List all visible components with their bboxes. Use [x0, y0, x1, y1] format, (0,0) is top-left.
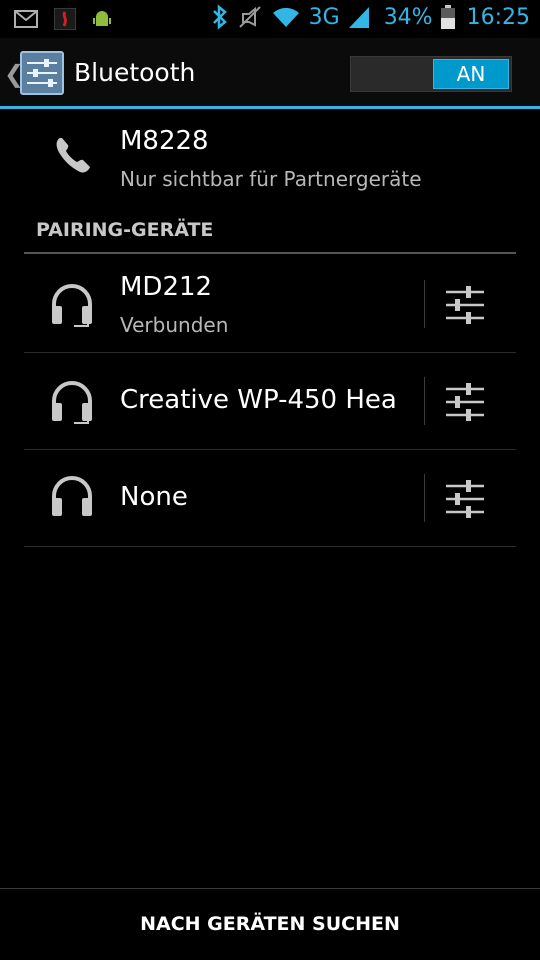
phone-icon — [56, 138, 90, 173]
headset-icon — [52, 284, 92, 327]
toggle-on-label: AN — [433, 59, 509, 89]
local-device-visibility: Nur sichtbar für Partnergeräte — [120, 167, 422, 191]
section-header: PAIRING-GERÄTE — [36, 219, 214, 241]
settings-app-icon[interactable] — [20, 51, 64, 95]
device-settings-icon[interactable] — [436, 470, 494, 528]
row-separator — [424, 474, 425, 522]
mute-icon — [238, 6, 261, 28]
row-separator — [424, 280, 425, 328]
section-divider — [24, 252, 516, 254]
android-icon — [93, 11, 111, 26]
row-separator — [424, 377, 425, 425]
headset-icon — [52, 381, 92, 424]
signal-icon — [348, 7, 369, 28]
network-type: 3G — [308, 4, 340, 30]
row-divider — [24, 546, 516, 547]
device-status: Verbunden — [120, 313, 229, 337]
device-name: None — [120, 482, 188, 512]
device-settings-icon[interactable] — [436, 373, 494, 431]
page-title: Bluetooth — [74, 58, 196, 87]
local-device-name: M8228 — [120, 126, 209, 156]
clock: 16:25 — [466, 4, 530, 30]
action-bar-divider — [0, 106, 540, 109]
headset-icon — [52, 476, 92, 516]
scan-devices-button[interactable]: NACH GERÄTEN SUCHEN — [0, 889, 540, 960]
bluetooth-toggle[interactable]: AN — [350, 56, 512, 92]
device-settings-icon[interactable] — [436, 276, 494, 334]
battery-percent: 34% — [383, 4, 433, 30]
wifi-icon — [272, 7, 299, 27]
device-name: MD212 — [120, 272, 213, 302]
app-notification-icon — [54, 8, 76, 30]
battery-icon — [440, 5, 455, 29]
device-name: Creative WP-450 Hea — [120, 385, 397, 415]
bluetooth-icon — [212, 4, 227, 30]
gmail-icon — [14, 10, 38, 28]
status-bar: 3G 34% 16:25 — [0, 0, 540, 38]
